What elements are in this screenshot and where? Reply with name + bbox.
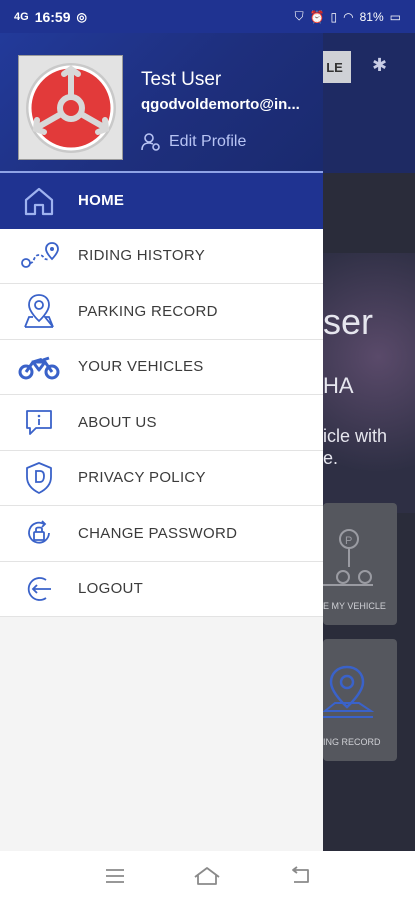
navigation-drawer: Test User qgodvoldemorto@in... Edit Prof… — [0, 33, 323, 851]
background-hero-desc: icle with e. — [323, 425, 387, 469]
background-hero-subtitle: HA — [323, 373, 354, 398]
shield-icon — [26, 461, 52, 494]
menu-label-change-password: CHANGE PASSWORD — [78, 524, 238, 542]
edit-profile-label: Edit Profile — [169, 133, 247, 150]
drawer-menu: HOME RIDING HISTORY PARKING RECORD YOUR … — [0, 173, 323, 617]
edit-profile-link[interactable]: Edit Profile — [141, 133, 246, 151]
svg-text:P: P — [345, 535, 352, 547]
system-nav-bar — [0, 851, 415, 900]
route-icon — [21, 241, 59, 268]
user-email: qgodvoldemorto@in... — [141, 96, 300, 113]
menu-label-parking-record: PARKING RECORD — [78, 302, 218, 320]
info-icon — [26, 410, 52, 436]
menu-item-about-us[interactable]: ABOUT US — [0, 395, 323, 451]
menu-label-logout: LOGOUT — [78, 580, 144, 598]
status-bar: 4G 16:59 ◎ ⛉ ⏰ ▯ ◠ 81% ▭ — [0, 0, 415, 33]
shield-status-icon: ⛉ — [294, 9, 304, 23]
menu-label-privacy-policy: PRIVACY POLICY — [78, 469, 206, 487]
home-icon — [24, 187, 54, 215]
background-hero-title: ser — [323, 301, 374, 342]
map-pin-icon — [24, 294, 54, 329]
menu-item-home[interactable]: HOME — [0, 173, 323, 229]
menu-item-parking-record[interactable]: PARKING RECORD — [0, 284, 323, 340]
user-name: Test User — [141, 69, 222, 90]
menu-item-your-vehicles[interactable]: YOUR VEHICLES — [0, 339, 323, 395]
whatsapp-icon: ◎ — [76, 9, 87, 24]
menu-item-privacy-policy[interactable]: PRIVACY POLICY — [0, 450, 323, 506]
menu-label-riding-history: RIDING HISTORY — [78, 247, 205, 265]
home-nav-icon[interactable] — [193, 865, 221, 887]
menu-icon[interactable] — [104, 867, 126, 885]
battery-icon: ▭ — [389, 9, 401, 24]
yamaha-logo-icon — [25, 62, 116, 153]
menu-label-your-vehicles: YOUR VEHICLES — [78, 358, 204, 376]
logout-icon — [27, 576, 51, 601]
parking-bike-icon: P — [323, 529, 373, 586]
background-card1-label: E MY VEHICLE — [323, 601, 386, 611]
menu-item-change-password[interactable]: CHANGE PASSWORD — [0, 506, 323, 562]
background-hero-desc-line2: e. — [323, 448, 339, 468]
drawer-header: Test User qgodvoldemorto@in... Edit Prof… — [0, 33, 323, 173]
menu-item-logout[interactable]: LOGOUT — [0, 561, 323, 617]
back-icon[interactable] — [288, 865, 312, 886]
battery-text: 81% — [359, 9, 384, 24]
parking-location-icon — [323, 665, 375, 718]
menu-label-about-us: ABOUT US — [78, 413, 157, 431]
lock-reset-icon — [28, 520, 50, 544]
menu-item-riding-history[interactable]: RIDING HISTORY — [0, 228, 323, 284]
user-edit-icon — [141, 133, 160, 151]
vibrate-icon: ▯ — [330, 9, 338, 24]
background-hero-desc-line1: icle with — [323, 426, 388, 446]
avatar[interactable] — [18, 55, 123, 160]
signal-4g-icon: 4G — [14, 10, 29, 23]
menu-label-home: HOME — [78, 192, 125, 210]
bluetooth-icon[interactable]: ✱ — [372, 55, 387, 76]
status-time: 16:59 — [34, 8, 71, 25]
background-card-parking-record[interactable]: ING RECORD — [323, 639, 397, 761]
alarm-icon: ⏰ — [309, 9, 325, 24]
motorcycle-icon — [18, 356, 60, 380]
wifi-icon: ◠ — [343, 9, 354, 24]
background-card-my-vehicle[interactable]: P E MY VEHICLE — [323, 503, 397, 625]
background-card2-label: ING RECORD — [323, 737, 381, 747]
